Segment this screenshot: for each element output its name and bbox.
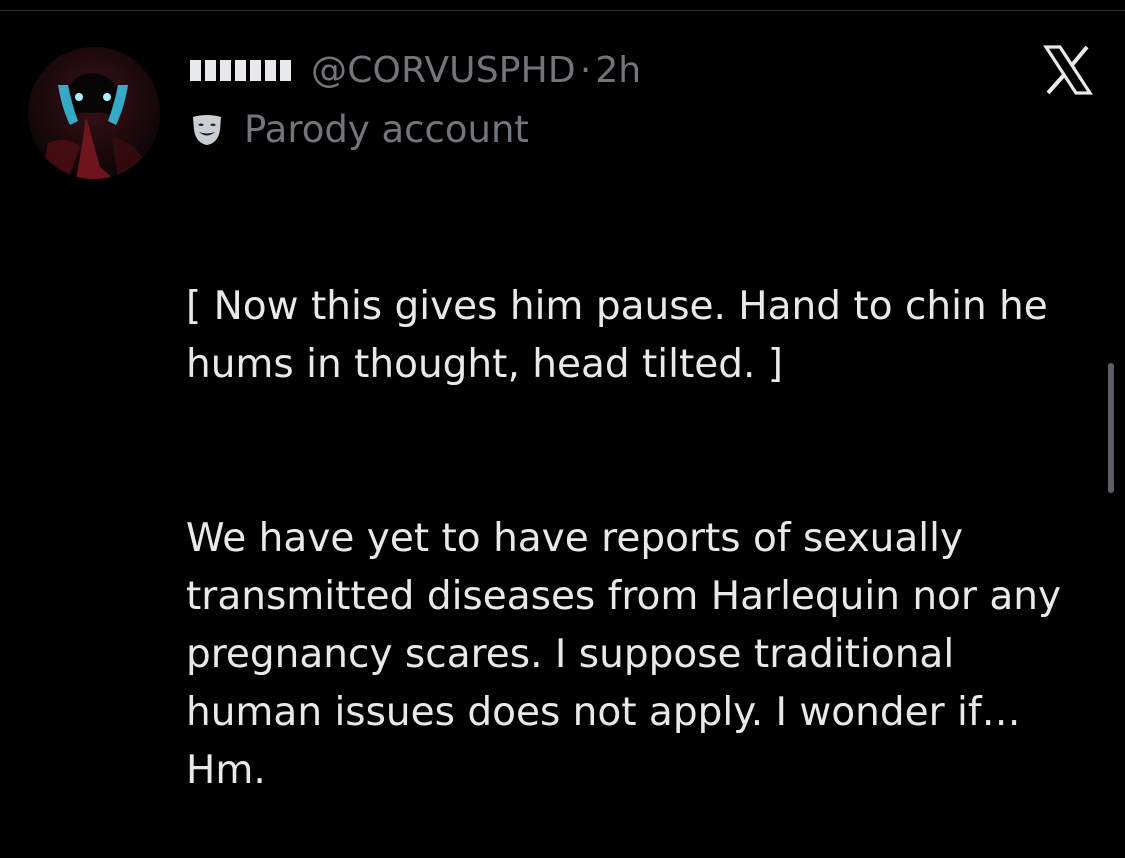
parody-account-label: Parody account (244, 107, 529, 151)
post-paragraph: We have yet to have reports of sexually … (186, 516, 1062, 793)
avatar[interactable] (28, 47, 160, 179)
post-paragraph: [ Now this gives him pause. Hand to chin… (186, 284, 1048, 387)
top-divider (0, 10, 1125, 11)
post-timestamp[interactable]: 2h (595, 50, 641, 91)
x-logo-icon (1042, 44, 1094, 96)
scrollbar[interactable] (1108, 363, 1114, 493)
avatar-image (28, 47, 160, 179)
display-name[interactable] (190, 59, 291, 81)
user-handle[interactable]: @CORVUSPHD (311, 50, 576, 91)
parody-label-row: Parody account (190, 106, 529, 152)
theater-mask-icon (190, 112, 224, 146)
separator-dot: · (579, 49, 592, 91)
post-body: [ Now this gives him pause. Hand to chin… (186, 220, 1096, 858)
post-header: @CORVUSPHD · 2h (190, 48, 641, 92)
